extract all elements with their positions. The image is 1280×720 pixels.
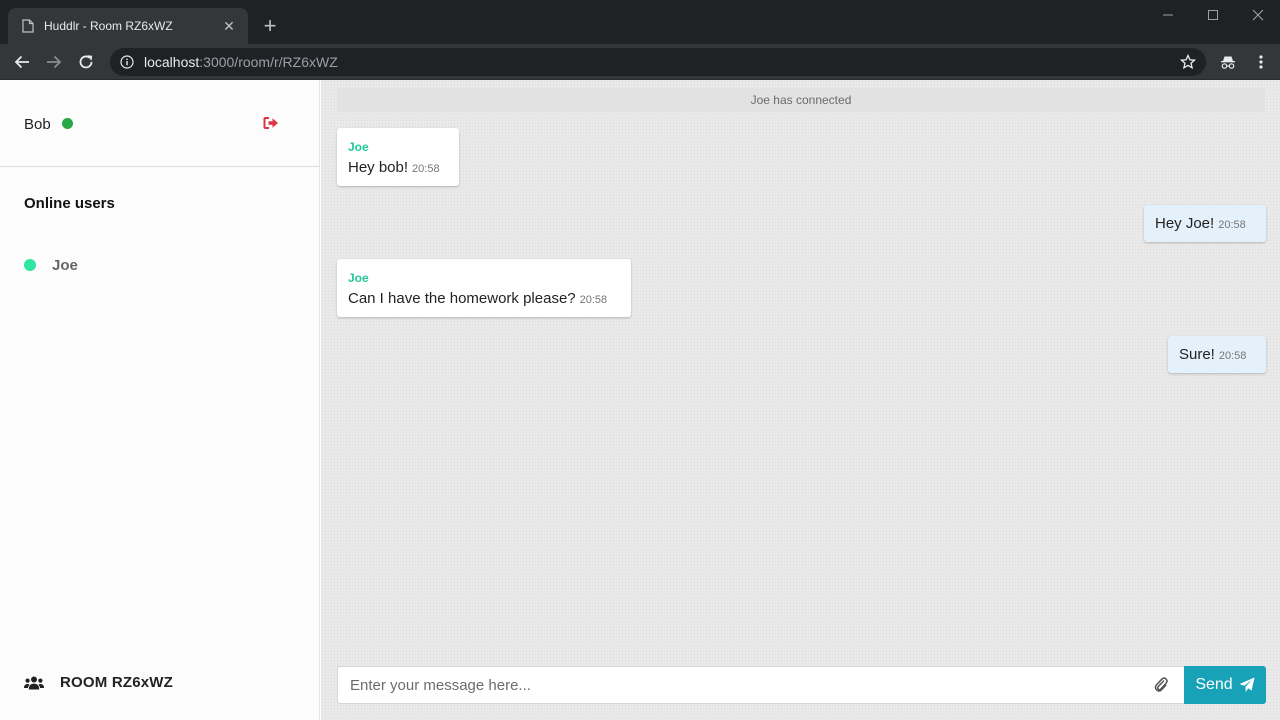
online-users-heading: Online users [24,195,115,212]
send-button[interactable]: Send [1184,666,1266,704]
message-body: Hey bob! 20:58 [348,159,440,176]
site-info-icon[interactable] [120,55,134,69]
message-author: Joe [348,140,369,154]
message-time: 20:58 [1218,350,1247,362]
message-time: 20:58 [1218,219,1246,231]
tab-close-icon[interactable]: ✕ [220,17,238,35]
user-status-dot [62,118,73,129]
message-body: Hey Joe! 20:58 [1155,215,1246,232]
address-bar[interactable]: localhost:3000/room/r/RZ6xWZ [110,48,1206,76]
forward-arrow-icon[interactable] [42,50,66,74]
maximize-icon[interactable] [1202,6,1224,24]
message-outgoing: Sure! 20:58 [1168,336,1266,373]
browser-tab[interactable]: Huddlr - Room RZ6xWZ ✕ [8,8,248,44]
url-host: localhost [144,54,200,70]
url-text: localhost:3000/room/r/RZ6xWZ [144,54,338,70]
current-user-panel: Bob [0,80,319,167]
message-outgoing: Hey Joe! 20:58 [1144,205,1266,242]
bookmark-star-icon[interactable] [1178,52,1198,72]
incognito-icon[interactable] [1218,52,1238,72]
document-icon [22,19,34,33]
message-text: Can I have the homework please? [348,290,576,307]
message-incoming: Joe Hey bob! 20:58 [337,128,459,186]
message-text: Sure! [1179,346,1215,363]
users-icon [24,676,44,689]
tab-title: Huddlr - Room RZ6xWZ [44,19,173,33]
chat-panel: Joe has connected Joe Hey bob! 20:58 Hey … [321,80,1280,720]
message-time: 20:58 [579,294,608,306]
logout-icon[interactable] [262,115,280,131]
browser-toolbar: localhost:3000/room/r/RZ6xWZ [0,44,1280,80]
room-name: ROOM RZ6xWZ [60,674,174,691]
message-time: 20:58 [412,163,440,175]
close-window-icon[interactable] [1247,6,1269,24]
online-user-name: Joe [52,256,78,274]
online-user-item[interactable]: Joe [24,256,78,274]
send-label: Send [1195,676,1233,693]
url-path: :3000/room/r/RZ6xWZ [199,54,338,70]
message-composer: Send [337,666,1266,704]
chat-app: Bob Online users Joe ROOM RZ6xWZ Joe has… [0,80,1280,720]
system-message: Joe has connected [337,88,1265,112]
paper-plane-icon [1239,677,1255,692]
message-body: Sure! 20:58 [1179,346,1246,363]
paperclip-icon[interactable] [1152,676,1170,694]
message-text: Hey bob! [348,159,409,176]
current-user-name: Bob [24,116,51,133]
new-tab-icon[interactable]: + [258,14,282,38]
message-text: Hey Joe! [1155,215,1215,232]
minimize-icon[interactable] [1157,6,1179,24]
reload-icon[interactable] [74,50,98,74]
room-info: ROOM RZ6xWZ [24,674,173,691]
back-arrow-icon[interactable] [10,50,34,74]
message-author: Joe [348,271,369,285]
browser-menu-icon[interactable] [1251,52,1271,72]
message-body: Can I have the homework please? 20:58 [348,290,607,307]
online-status-dot [24,259,36,271]
message-input[interactable] [337,666,1185,704]
sidebar: Bob Online users Joe ROOM RZ6xWZ [0,80,320,720]
browser-tab-strip: Huddlr - Room RZ6xWZ ✕ + [0,0,1280,44]
message-incoming: Joe Can I have the homework please? 20:58 [337,259,631,317]
